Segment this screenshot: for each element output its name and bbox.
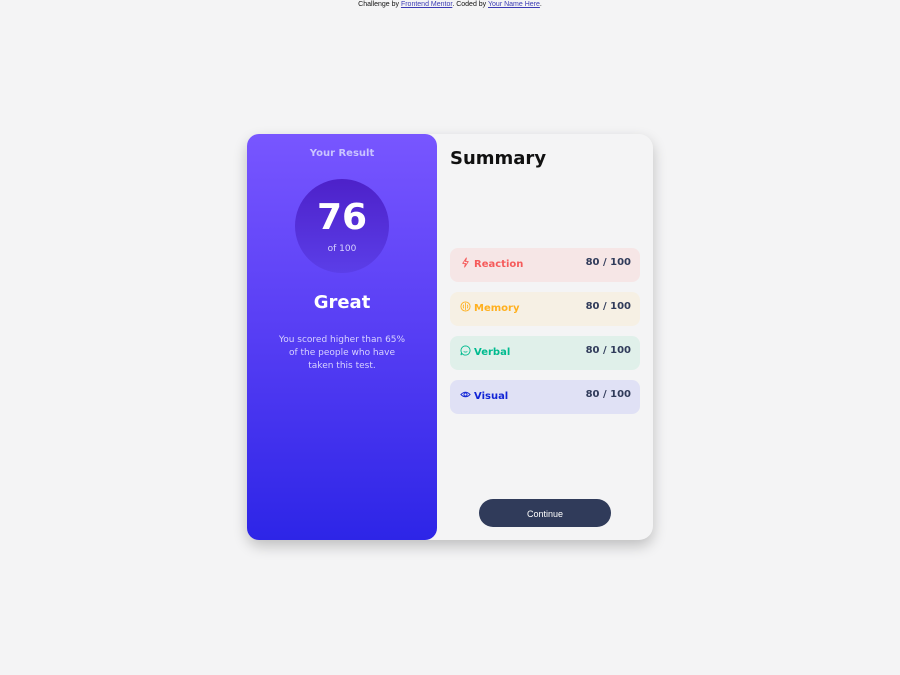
chat-bubble-icon (460, 345, 471, 356)
attribution-prefix: Challenge by (358, 1, 401, 8)
summary-title: Summary (450, 148, 547, 169)
author-link[interactable]: Your Name Here (488, 1, 540, 8)
summary-item-memory: Memory 80 / 100 (450, 292, 640, 326)
summary-item-label: Reaction (474, 259, 524, 270)
brain-icon (460, 301, 471, 312)
summary-item-reaction: Reaction 80 / 100 (450, 248, 640, 282)
summary-item-label: Visual (474, 391, 509, 402)
summary-item-score: 80 / 100 (585, 301, 631, 312)
result-panel: Your Result 76 of 100 Great You scored h… (247, 134, 437, 540)
summary-item-verbal: Verbal 80 / 100 (450, 336, 640, 370)
continue-button[interactable]: Continue (479, 499, 611, 527)
lightning-icon (462, 257, 469, 268)
summary-item-label: Verbal (474, 347, 511, 358)
attribution: Challenge by Frontend Mentor. Coded by Y… (0, 0, 900, 9)
score-value: 76 (316, 197, 368, 238)
attribution-middle: . Coded by (452, 1, 489, 8)
results-card: Your Result 76 of 100 Great You scored h… (247, 134, 653, 540)
eye-icon (460, 391, 471, 398)
result-description: You scored higher than 65% of the people… (278, 335, 406, 371)
score-total: of 100 (327, 244, 357, 254)
summary-item-score: 80 / 100 (585, 389, 631, 400)
summary-item-visual: Visual 80 / 100 (450, 380, 640, 414)
result-title: Your Result (309, 148, 375, 159)
summary-panel: Summary Reaction 80 / 100 Memory 80 / 10… (450, 134, 640, 540)
verdict-heading: Great (313, 292, 371, 313)
summary-item-score: 80 / 100 (585, 345, 631, 356)
summary-item-score: 80 / 100 (585, 257, 631, 268)
frontend-mentor-link[interactable]: Frontend Mentor (401, 1, 452, 8)
attribution-suffix: . (539, 1, 542, 8)
score-circle: 76 of 100 (295, 179, 389, 273)
summary-item-label: Memory (474, 303, 520, 314)
